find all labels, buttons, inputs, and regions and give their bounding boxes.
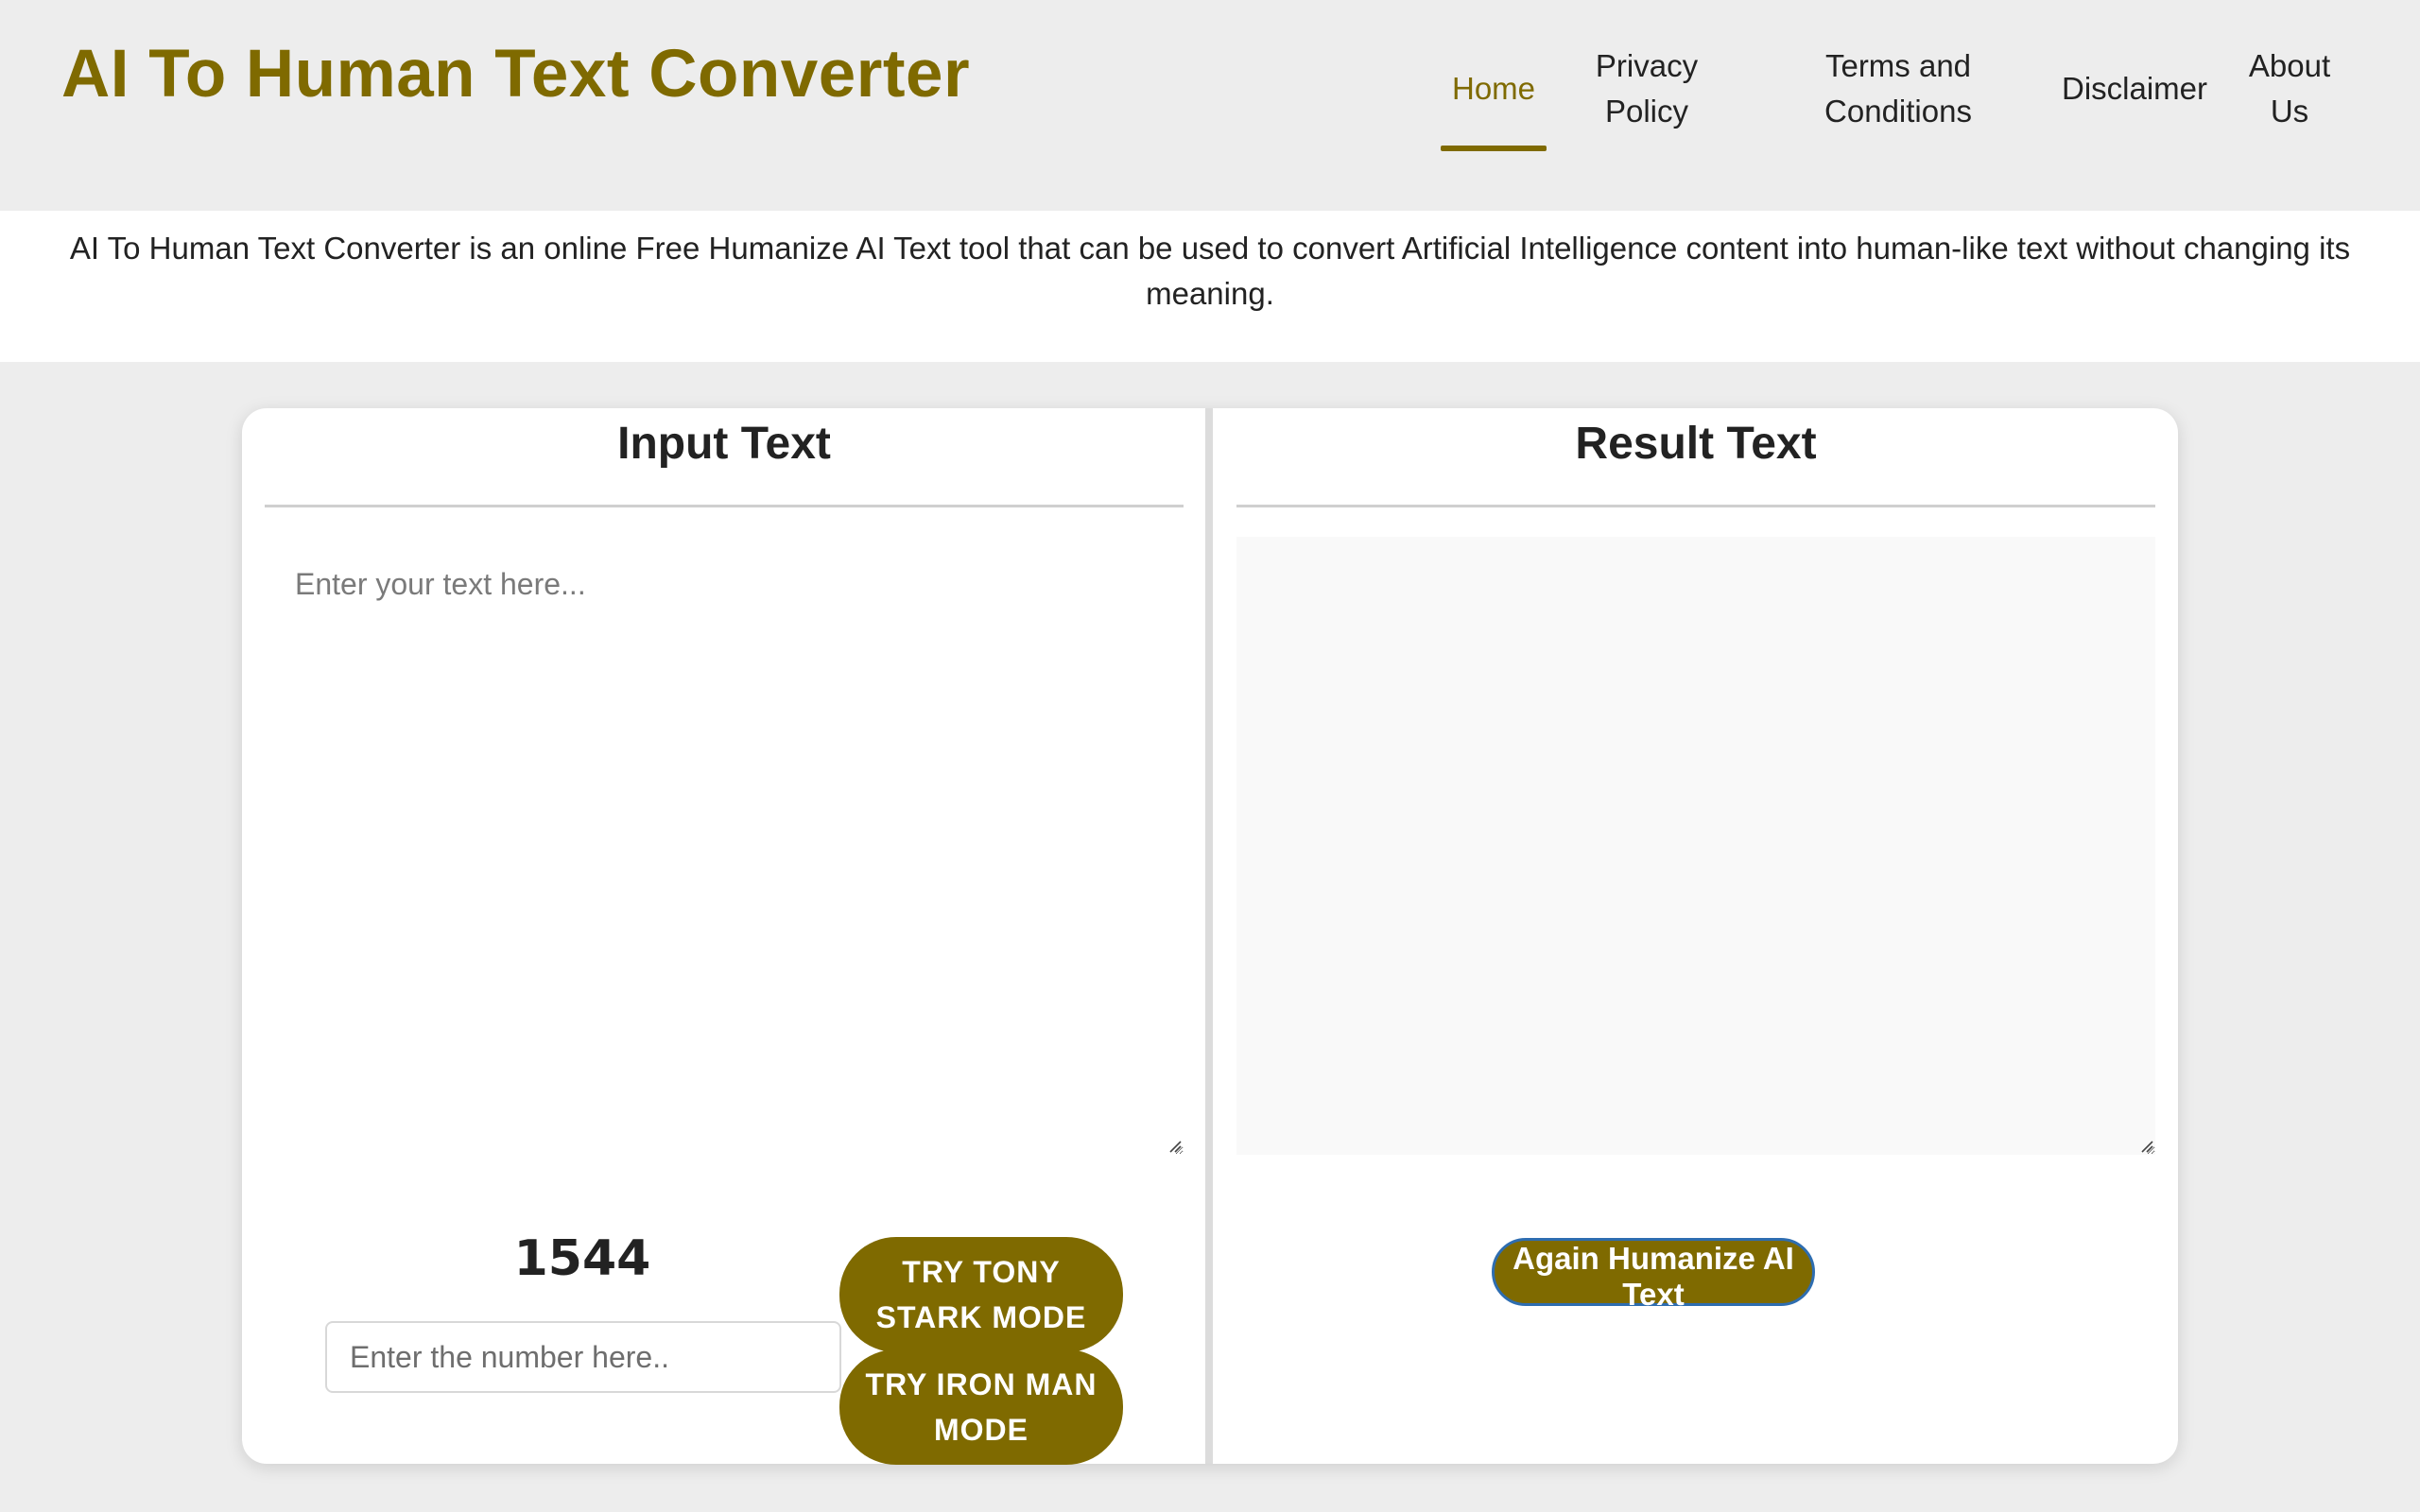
try-tony-stark-mode-button[interactable]: TRY TONY STARK MODE (839, 1237, 1123, 1352)
result-panel-title: Result Text (1575, 419, 1817, 469)
converter-card: Input Text 1544 TRY TONY STARK MODE TRY … (242, 408, 2178, 1465)
site-description: AI To Human Text Converter is an online … (0, 211, 2420, 362)
nav-item-terms-and-conditions[interactable]: Terms and Conditions (1796, 43, 2000, 134)
character-counter: 1544 (513, 1230, 651, 1287)
input-panel-title: Input Text (617, 419, 831, 469)
nav-active-underline (1441, 146, 1547, 151)
result-panel-rule (1236, 505, 2155, 507)
nav-item-home[interactable]: Home (1433, 66, 1554, 112)
nav-item-about-us[interactable]: About Us (2235, 43, 2344, 134)
resize-grip-icon[interactable] (2138, 1138, 2153, 1153)
number-input[interactable] (325, 1321, 841, 1393)
try-iron-man-mode-button[interactable]: TRY IRON MAN MODE (839, 1349, 1123, 1465)
result-text-area[interactable] (1236, 537, 2155, 1155)
nav-item-disclaimer[interactable]: Disclaimer (2049, 66, 2220, 112)
site-title[interactable]: AI To Human Text Converter (61, 36, 970, 112)
input-panel-rule (265, 505, 1184, 507)
again-humanize-button[interactable]: Again Humanize AI Text (1492, 1238, 1815, 1312)
nav-item-privacy-policy[interactable]: Privacy Policy (1569, 43, 1724, 134)
panel-divider (1205, 408, 1213, 1464)
resize-grip-icon[interactable] (1167, 1138, 1182, 1153)
input-text-area[interactable] (265, 537, 1184, 1155)
site-header: AI To Human Text Converter Home Privacy … (0, 0, 2420, 211)
